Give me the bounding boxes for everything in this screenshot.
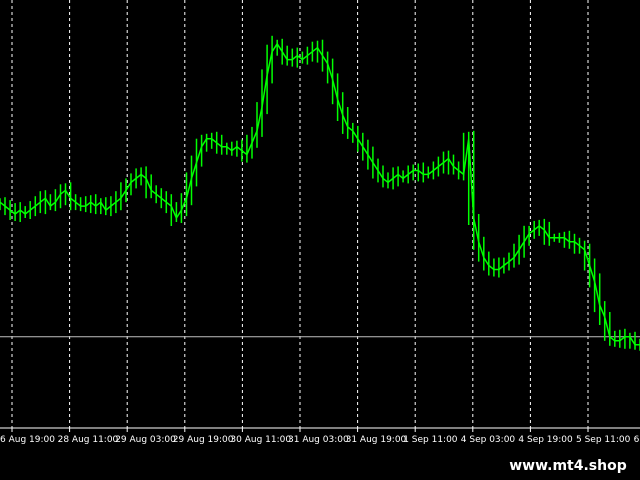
x-tick-label: 30 Aug 11:00 [230, 435, 291, 445]
x-tick-label: 31 Aug 03:00 [288, 435, 349, 445]
price-chart[interactable]: 6 Aug 19:00 28 Aug 11:0029 Aug 03:0029 Au… [0, 0, 640, 480]
x-tick-label: 28 Aug 11:00 [58, 435, 119, 445]
x-tick-label: 1 Sep 11:00 [403, 435, 458, 445]
x-tick-label: 6 Aug 19:00 [0, 435, 55, 445]
x-tick-label: 29 Aug 19:00 [173, 435, 234, 445]
chart-window: 6 Aug 19:00 28 Aug 11:00 29 Aug 03:00 29 Au… [0, 0, 640, 480]
x-tick-label: 29 Aug 03:00 [115, 435, 176, 445]
watermark-label: www.mt4.shop [496, 452, 640, 480]
x-tick-label: 6 S [634, 435, 640, 445]
x-tick-label: 5 Sep 11:00 [576, 435, 631, 445]
x-tick-label: 31 Aug 19:00 [346, 435, 407, 445]
x-tick-label: 4 Sep 19:00 [518, 435, 573, 445]
x-tick-label: 4 Sep 03:00 [461, 435, 516, 445]
